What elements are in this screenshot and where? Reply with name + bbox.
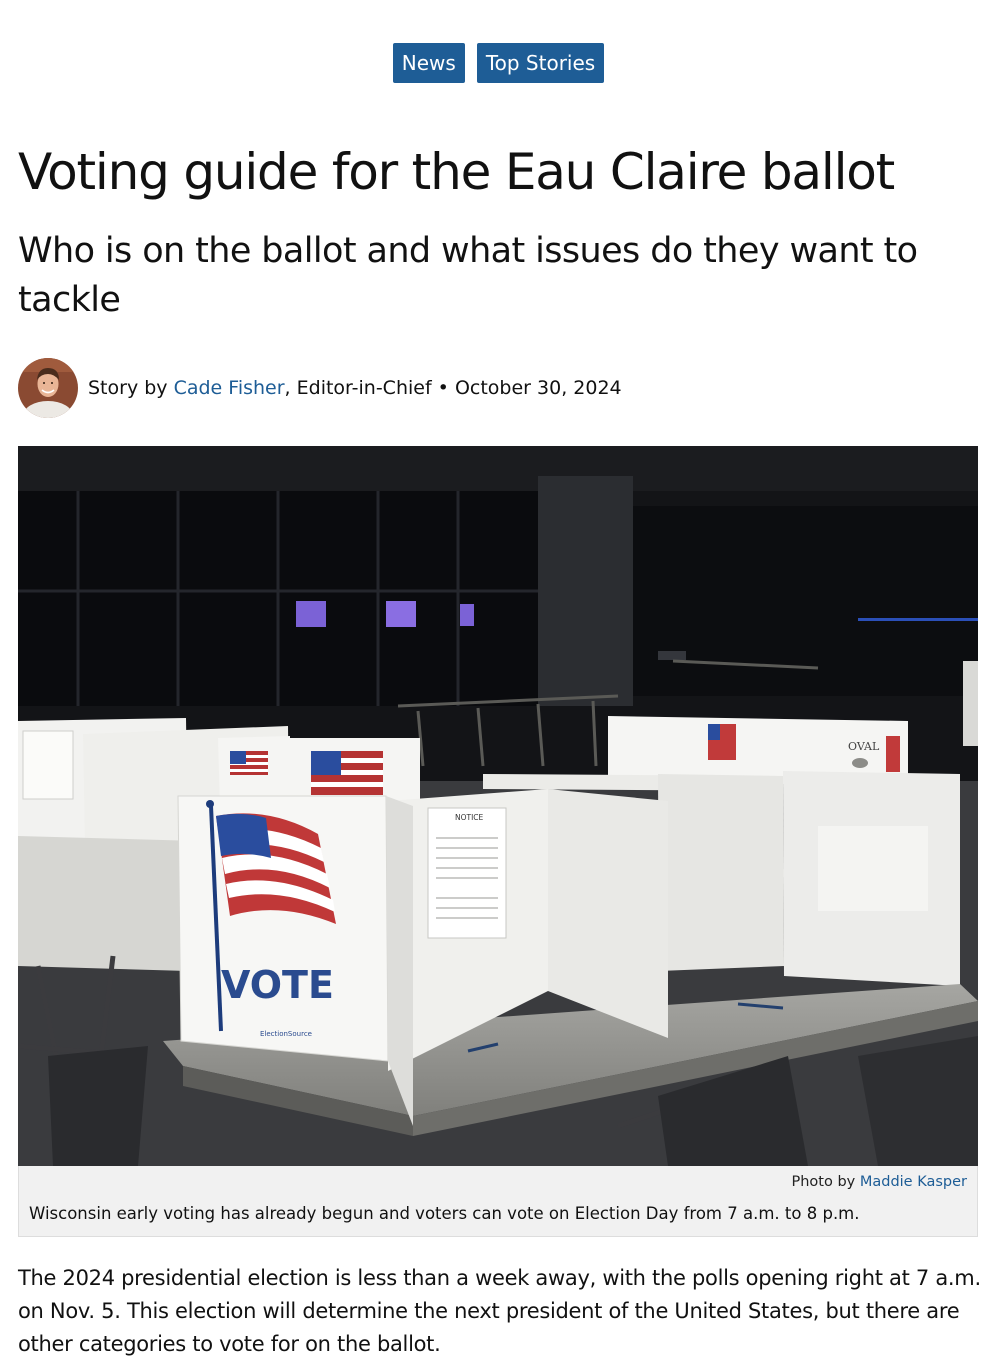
oval-label: OVAL [848, 740, 880, 753]
byline-prefix: Story by [88, 377, 174, 399]
author-portrait-image [18, 358, 78, 418]
author-avatar[interactable] [18, 358, 78, 418]
article-paragraph: The 2024 presidential election is less t… [18, 1266, 981, 1356]
article-headline: Voting guide for the Eau Claire ballot [18, 143, 895, 201]
author-role: , Editor-in-Chief [284, 377, 432, 399]
photographer-link[interactable]: Maddie Kasper [860, 1174, 967, 1190]
publish-date: October 30, 2024 [454, 377, 622, 399]
photo-caption: Wisconsin early voting has already begun… [29, 1204, 860, 1223]
byline-separator: • [431, 377, 455, 399]
article-subheadline: Who is on the ballot and what issues do … [18, 231, 918, 320]
category-top-stories-link[interactable]: Top Stories [476, 43, 605, 83]
article-page: News Top Stories Voting guide for the Ea… [0, 0, 997, 1360]
photo-credit-prefix: Photo by [791, 1174, 860, 1190]
category-news-link[interactable]: News [392, 43, 465, 83]
election-source-logo: ElectionSource [260, 1030, 312, 1038]
byline: Story by Cade Fisher, Editor-in-Chief • … [18, 358, 622, 418]
photo-caption-box: Photo by Maddie Kasper Wisconsin early v… [18, 1166, 978, 1237]
notice-sign-label: NOTICE [455, 813, 484, 822]
byline-text: Story by Cade Fisher, Editor-in-Chief • … [88, 377, 622, 399]
photo-credit: Photo by Maddie Kasper [791, 1174, 967, 1190]
category-tags: News Top Stories [0, 43, 997, 83]
polling-booths-photo[interactable]: OVAL NOTICE VOTE ElectionSource [18, 446, 978, 1166]
vote-sign-label: VOTE [221, 963, 334, 1007]
author-link[interactable]: Cade Fisher [174, 377, 285, 399]
